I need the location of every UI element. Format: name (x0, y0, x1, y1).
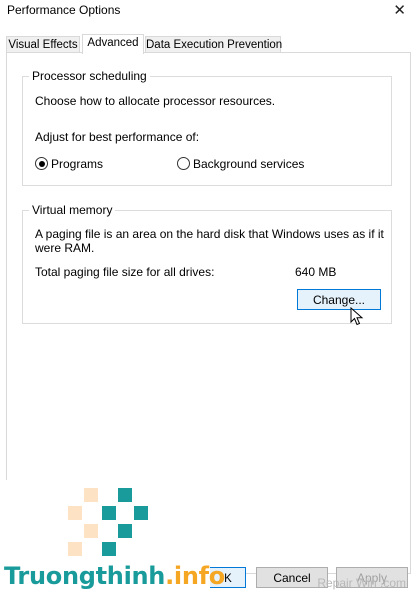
processor-scheduling-label: Processor scheduling (29, 69, 150, 83)
repairwin-watermark: Repair Win .com (317, 576, 406, 590)
tab-visual-effects[interactable]: Visual Effects (6, 36, 80, 53)
window-title: Performance Options (7, 3, 121, 17)
background-services-radio[interactable] (177, 157, 190, 170)
total-paging-label: Total paging file size for all drives: (35, 265, 215, 279)
background-services-label[interactable]: Background services (193, 157, 304, 171)
watermark-brand-suffix: .info (165, 562, 225, 590)
total-paging-value: 640 MB (295, 265, 337, 279)
adjust-label: Adjust for best performance of: (35, 130, 200, 144)
close-icon[interactable]: ✕ (393, 1, 406, 19)
radio-selected-dot (38, 160, 45, 167)
mouse-pointer-icon (350, 307, 364, 326)
tab-data-execution-prevention[interactable]: Data Execution Prevention (145, 36, 282, 53)
virtual-memory-label: Virtual memory (29, 203, 116, 217)
tab-advanced[interactable]: Advanced (82, 34, 144, 54)
virtual-memory-group: Virtual memory A paging file is an area … (22, 203, 392, 324)
processor-description: Choose how to allocate processor resourc… (35, 94, 276, 108)
programs-label[interactable]: Programs (51, 157, 103, 171)
change-button[interactable]: Change... (297, 289, 381, 310)
title-bar: Performance Options ✕ (0, 0, 416, 22)
watermark-brand: Truongthinh.info (4, 562, 225, 590)
watermark-brand-name: Truongthinh (4, 562, 166, 590)
processor-scheduling-group: Processor scheduling Choose how to alloc… (22, 69, 392, 186)
ok-button-label: K (224, 573, 232, 585)
programs-radio[interactable] (35, 157, 48, 170)
virtual-memory-description: A paging file is an area on the hard dis… (35, 227, 384, 255)
truongthinh-logo-icon (68, 488, 148, 556)
